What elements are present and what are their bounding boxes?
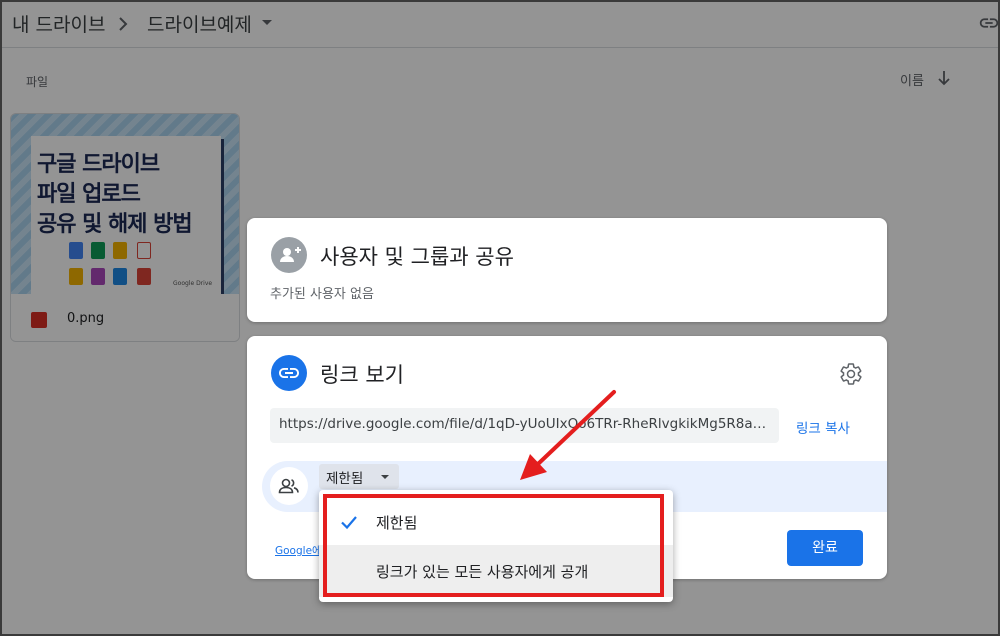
copy-link-button[interactable]: 링크 복사 [796,417,850,437]
share-url-field[interactable]: https://drive.google.com/file/d/1qD-yUoU… [270,408,779,443]
share-panel-subtitle: 추가된 사용자 없음 [270,287,374,302]
done-button[interactable]: 완료 [787,530,863,566]
gear-icon[interactable] [839,362,863,386]
add-person-icon [271,237,307,273]
access-level-value: 제한됨 [326,471,364,487]
learn-more-link[interactable]: Google에 [275,543,322,558]
chevron-down-icon [381,475,389,479]
annotation-highlight-box [323,494,664,597]
share-panel-title: 사용자 및 그룹과 공유 [320,245,514,269]
people-icon [270,467,308,505]
access-level-dropdown[interactable]: 제한됨 [319,464,399,489]
share-people-panel[interactable]: 사용자 및 그룹과 공유 추가된 사용자 없음 [247,218,887,322]
link-circle-icon [271,355,307,391]
link-panel-title: 링크 보기 [320,363,404,387]
screenshot-frame: 내 드라이브 드라이브예제 파일 이름 구글 드라이브 파일 업로드 공유 및 … [0,0,1000,636]
